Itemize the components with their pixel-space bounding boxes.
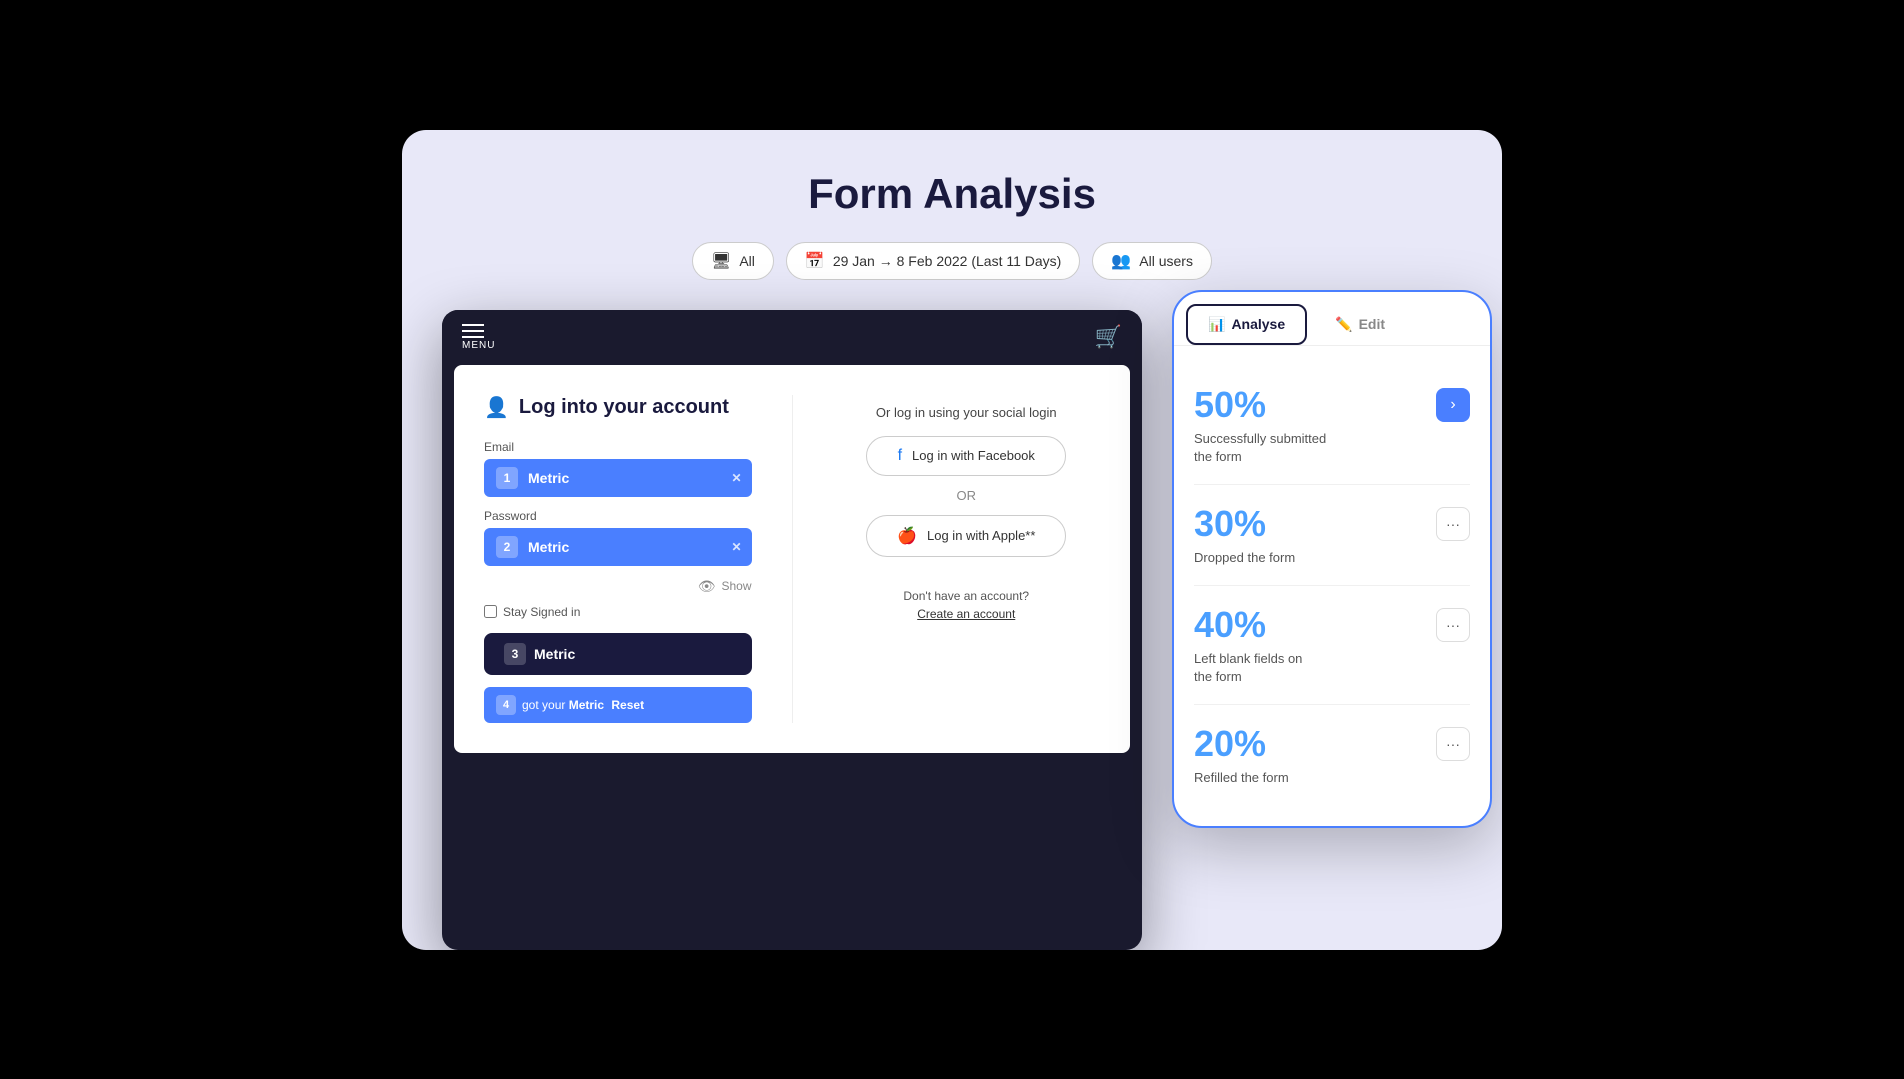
users-icon: 👥 xyxy=(1111,251,1131,271)
login-button[interactable]: 3 Metric xyxy=(484,633,752,675)
tab-edit[interactable]: ✏️ Edit xyxy=(1315,304,1405,345)
facebook-btn-label: Log in with Facebook xyxy=(912,448,1035,463)
metric-row-0: 50% Successfully submittedthe form › xyxy=(1194,366,1470,485)
divider xyxy=(792,395,793,723)
tablet-mockup: MENU 🛒 👤 Log into your account Email 1 M… xyxy=(442,310,1142,950)
metric-label-2: Left blank fields onthe form xyxy=(1194,650,1302,686)
or-divider: OR xyxy=(957,488,977,503)
page-title: Form Analysis xyxy=(808,170,1096,218)
forgot-row[interactable]: 4 got your Metric Reset xyxy=(484,687,752,723)
menu-icon[interactable] xyxy=(462,324,484,338)
metric-percent-2: 40% xyxy=(1194,604,1302,646)
email-field[interactable]: 1 Metric ✕ xyxy=(484,459,752,497)
metric-more-btn-3[interactable]: ··· xyxy=(1436,727,1470,761)
apple-icon: 🍎 xyxy=(897,526,917,546)
field2-num: 2 xyxy=(496,536,518,558)
content-area: MENU 🛒 👤 Log into your account Email 1 M… xyxy=(442,310,1462,950)
metric-percent-3: 20% xyxy=(1194,723,1289,765)
metric-row-2: 40% Left blank fields onthe form ··· xyxy=(1194,586,1470,705)
metric-more-btn-1[interactable]: ··· xyxy=(1436,507,1470,541)
edit-icon: ✏️ xyxy=(1335,316,1352,333)
apple-btn-label: Log in with Apple** xyxy=(927,528,1035,543)
forgot-num: 4 xyxy=(496,695,516,715)
field1-clear[interactable]: ✕ xyxy=(731,471,741,485)
login-title: Log into your account xyxy=(519,396,729,419)
phone-mockup: 📊 Analyse ✏️ Edit 50% Successfully submi… xyxy=(1172,290,1492,828)
show-row: 👁 Show xyxy=(484,578,752,595)
tablet-content: 👤 Log into your account Email 1 Metric ✕… xyxy=(454,365,1130,753)
metric-label-1: Dropped the form xyxy=(1194,549,1295,567)
metric-nav-btn-0[interactable]: › xyxy=(1436,388,1470,422)
facebook-icon: f xyxy=(898,447,902,465)
metric-more-btn-2[interactable]: ··· xyxy=(1436,608,1470,642)
field2-text: Metric xyxy=(528,539,569,555)
create-account-link[interactable]: Create an account xyxy=(903,607,1029,621)
email-label: Email xyxy=(484,440,752,454)
cart-icon[interactable]: 🛒 xyxy=(1095,324,1122,350)
login-btn-num: 3 xyxy=(504,643,526,665)
metric-row-1: 30% Dropped the form ··· xyxy=(1194,485,1470,586)
password-label: Password xyxy=(484,509,752,523)
metric-label-3: Refilled the form xyxy=(1194,769,1289,787)
social-section: Or log in using your social login f Log … xyxy=(833,395,1101,723)
forgot-text: got your Metric Reset xyxy=(522,698,644,712)
menu-label: MENU xyxy=(462,340,495,351)
apple-login-btn[interactable]: 🍎 Log in with Apple** xyxy=(866,515,1066,557)
login-header: 👤 Log into your account xyxy=(484,395,752,420)
login-section: 👤 Log into your account Email 1 Metric ✕… xyxy=(484,395,752,723)
calendar-icon: 📅 xyxy=(805,251,825,271)
monitor-icon: 🖥 xyxy=(711,251,731,271)
user-icon: 👤 xyxy=(484,395,509,420)
no-account-text: Don't have an account? Create an account xyxy=(903,589,1029,621)
filter-users-label: All users xyxy=(1139,253,1193,269)
metric-row-3: 20% Refilled the form ··· xyxy=(1194,705,1470,805)
field1-num: 1 xyxy=(496,467,518,489)
tablet-topbar: MENU 🛒 xyxy=(442,310,1142,365)
metric-percent-1: 30% xyxy=(1194,503,1295,545)
facebook-login-btn[interactable]: f Log in with Facebook xyxy=(866,436,1066,476)
field1-text: Metric xyxy=(528,470,569,486)
filter-all-label: All xyxy=(739,253,755,269)
phone-body: 50% Successfully submittedthe form › 30%… xyxy=(1174,346,1490,826)
metric-label-0: Successfully submittedthe form xyxy=(1194,430,1326,466)
show-label: Show xyxy=(721,579,751,593)
main-container: Form Analysis 🖥 All 📅 29 Jan → 8 Feb 202… xyxy=(402,130,1502,950)
password-field[interactable]: 2 Metric ✕ xyxy=(484,528,752,566)
social-title: Or log in using your social login xyxy=(876,405,1057,420)
filters-row: 🖥 All 📅 29 Jan → 8 Feb 2022 (Last 11 Day… xyxy=(692,242,1212,280)
tab-analyse[interactable]: 📊 Analyse xyxy=(1186,304,1307,345)
stay-signed-row: Stay Signed in xyxy=(484,605,752,619)
filter-date-label: 29 Jan → 8 Feb 2022 (Last 11 Days) xyxy=(833,253,1062,269)
field2-clear[interactable]: ✕ xyxy=(731,540,741,554)
filter-users[interactable]: 👥 All users xyxy=(1092,242,1212,280)
stay-signed-label: Stay Signed in xyxy=(503,605,580,619)
metric-percent-0: 50% xyxy=(1194,384,1326,426)
login-btn-text: Metric xyxy=(534,646,575,662)
stay-signed-checkbox[interactable] xyxy=(484,605,497,618)
phone-tabs: 📊 Analyse ✏️ Edit xyxy=(1174,292,1490,346)
filter-date[interactable]: 📅 29 Jan → 8 Feb 2022 (Last 11 Days) xyxy=(786,242,1080,280)
analyse-icon: 📊 xyxy=(1208,316,1225,333)
filter-all[interactable]: 🖥 All xyxy=(692,242,774,280)
